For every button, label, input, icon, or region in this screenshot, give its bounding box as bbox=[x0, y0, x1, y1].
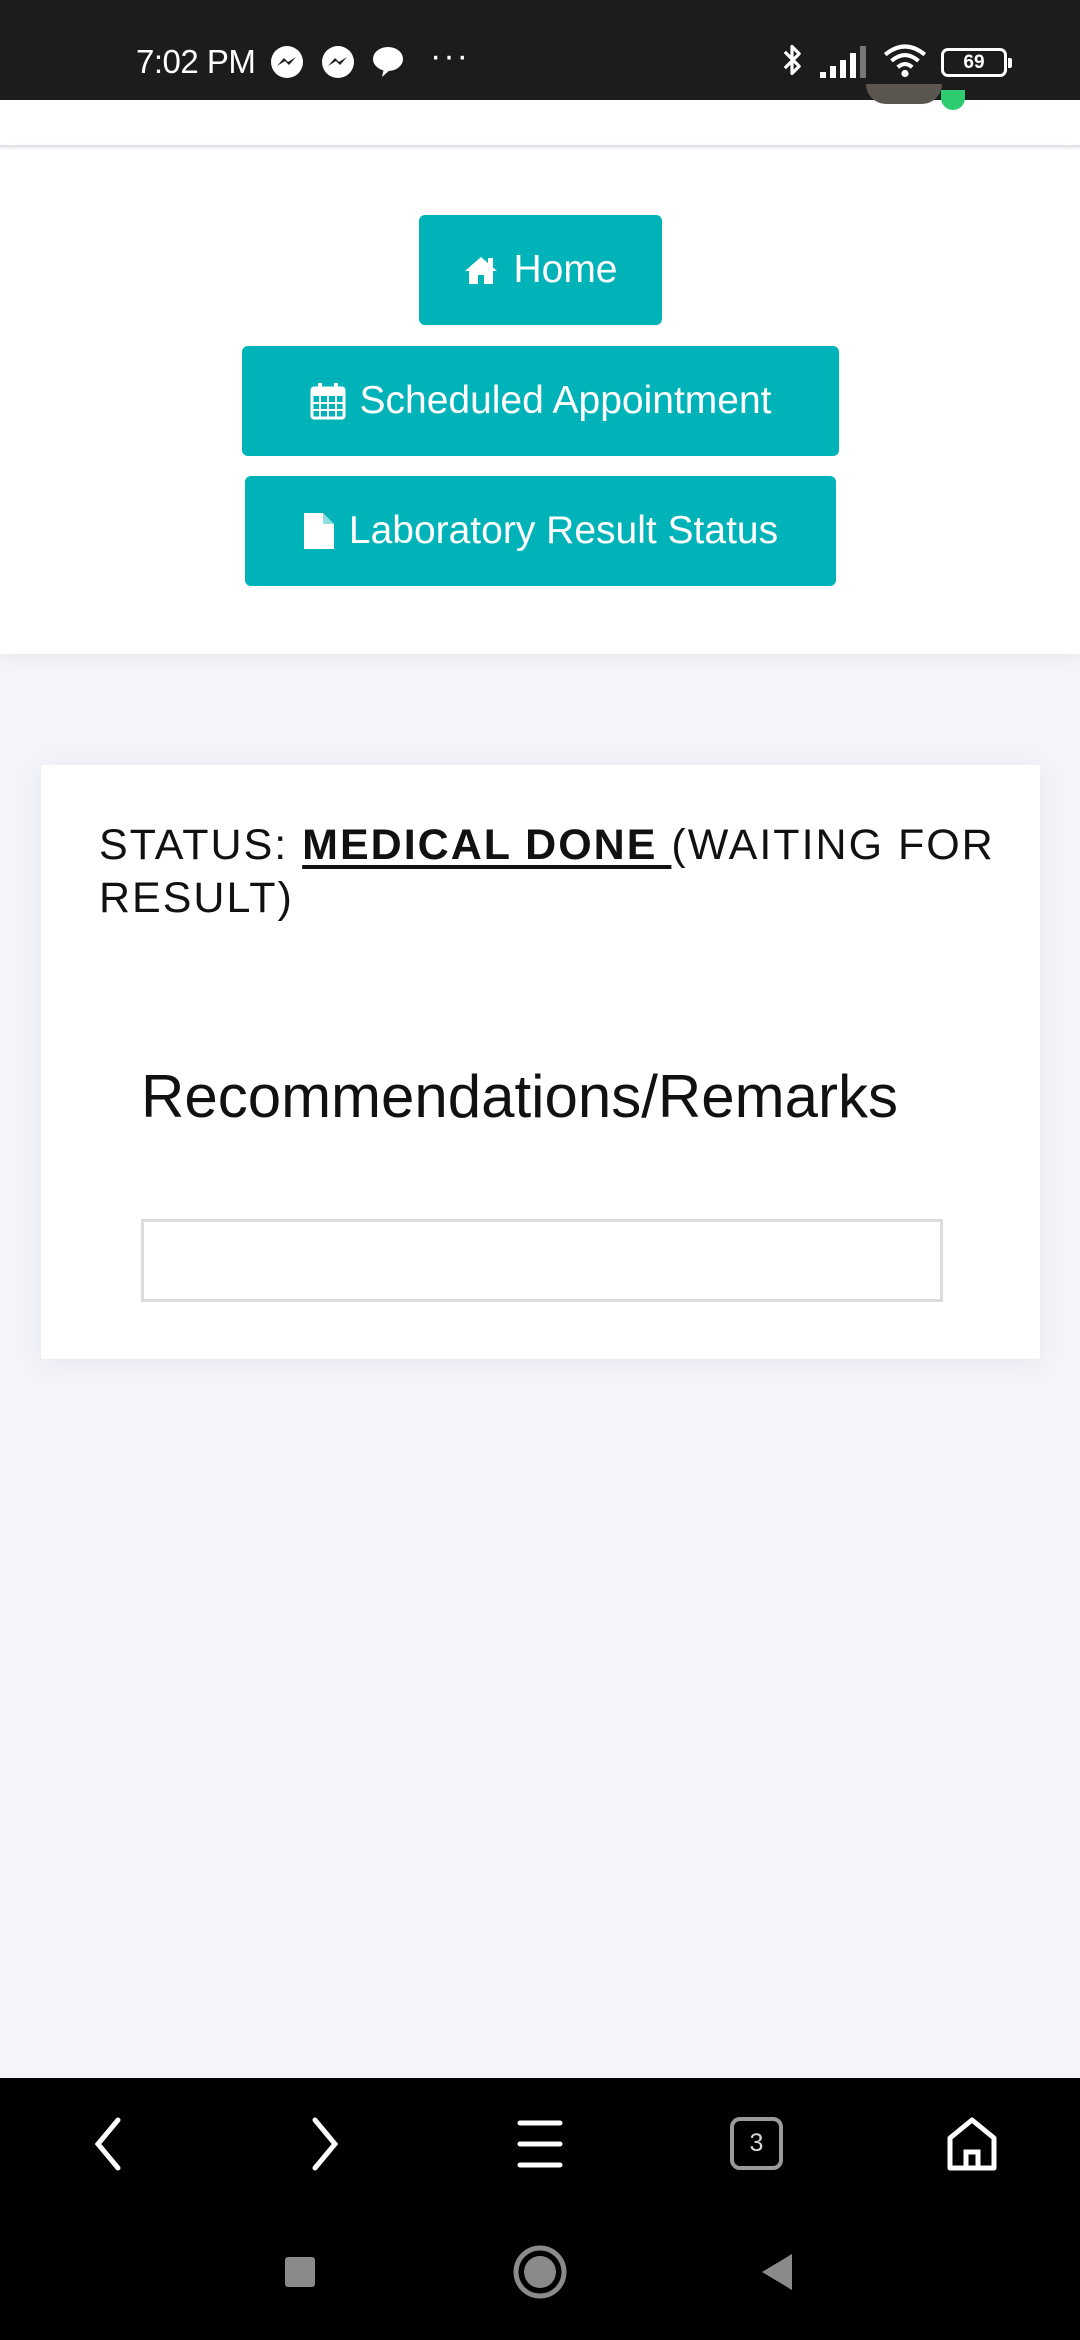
laboratory-result-status-label: Laboratory Result Status bbox=[348, 509, 779, 552]
home-button-label: Home bbox=[513, 248, 618, 291]
file-icon bbox=[303, 513, 334, 549]
menu-icon[interactable] bbox=[516, 2114, 564, 2174]
status-card: STATUS: MEDICAL DONE (WAITING FOR RESULT… bbox=[41, 765, 1040, 1359]
remarks-label: Recommendations/Remarks bbox=[141, 1063, 898, 1130]
messenger-icon bbox=[322, 46, 354, 78]
back-nav-icon[interactable] bbox=[758, 2252, 794, 2292]
status-value: MEDICAL DONE bbox=[302, 821, 672, 869]
home-nav-icon[interactable] bbox=[512, 2244, 568, 2300]
more-dots-icon: ··· bbox=[430, 37, 470, 75]
page-header bbox=[0, 100, 1080, 147]
calendar-icon bbox=[310, 383, 345, 420]
browser-toolbar: 3 bbox=[0, 2078, 1080, 2210]
scheduled-appointment-label: Scheduled Appointment bbox=[359, 379, 772, 422]
tabs-count-button[interactable]: 3 bbox=[730, 2117, 783, 2170]
bluetooth-icon bbox=[783, 44, 801, 76]
recents-icon[interactable] bbox=[282, 2254, 318, 2290]
messenger-icon bbox=[271, 46, 303, 78]
home-button[interactable]: Home bbox=[419, 215, 662, 325]
browser-home-icon[interactable] bbox=[944, 2114, 1000, 2174]
signal-icon bbox=[820, 46, 866, 78]
status-line: STATUS: MEDICAL DONE (WAITING FOR RESULT… bbox=[99, 819, 999, 925]
forward-icon[interactable] bbox=[305, 2114, 345, 2174]
home-icon bbox=[465, 257, 498, 284]
nav-section: Home Scheduled Appointment Laboratory Re… bbox=[0, 149, 1080, 654]
system-nav-bar bbox=[0, 2210, 1080, 2340]
avatar[interactable] bbox=[866, 84, 942, 104]
wifi-icon bbox=[883, 44, 927, 78]
battery-indicator: 69 bbox=[941, 48, 1012, 77]
back-icon[interactable] bbox=[88, 2114, 128, 2174]
chat-bubble-icon bbox=[373, 47, 403, 77]
status-prefix: STATUS: bbox=[99, 821, 303, 869]
remarks-field[interactable] bbox=[141, 1219, 943, 1302]
scheduled-appointment-button[interactable]: Scheduled Appointment bbox=[242, 346, 839, 456]
status-time: 7:02 PM bbox=[136, 43, 256, 80]
laboratory-result-status-button[interactable]: Laboratory Result Status bbox=[245, 476, 836, 586]
